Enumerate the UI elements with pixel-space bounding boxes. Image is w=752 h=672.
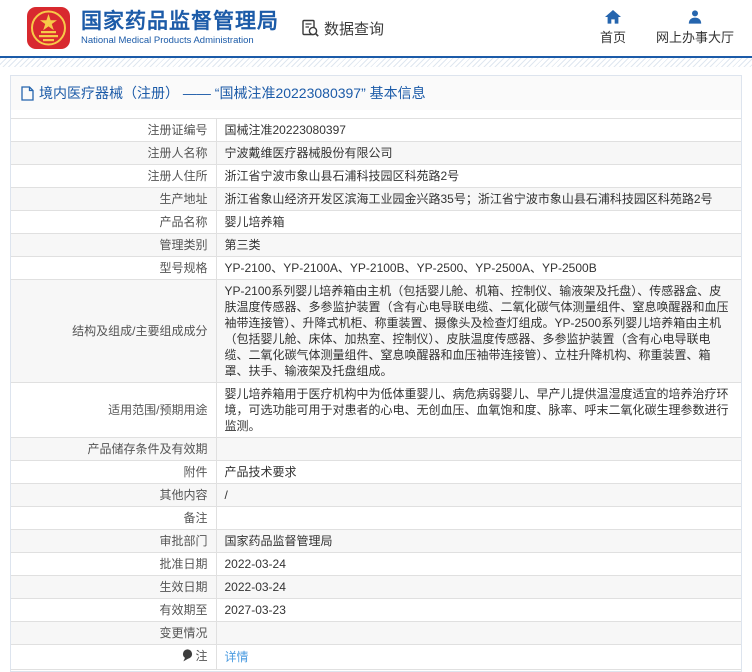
data-query-menu[interactable]: 数据查询 — [301, 18, 384, 39]
row-label: 批准日期 — [159, 557, 208, 571]
row-value — [216, 437, 741, 461]
table-row: 适用范围/预期用途 婴儿培养箱用于医疗机构中为低体重婴儿、病危病弱婴儿、早产儿提… — [11, 382, 741, 438]
row-label: 注册证编号 — [147, 123, 208, 137]
nav-service-hall[interactable]: 网上办事大厅 — [656, 10, 734, 46]
page: 国家药品监督管理局 National Medical Products Admi… — [0, 0, 752, 672]
nav-home-label: 首页 — [599, 30, 626, 45]
table-row: 其他内容 / — [11, 483, 741, 507]
row-value: 2022-03-24 — [216, 575, 741, 599]
table-row: 备注 — [11, 506, 741, 530]
table-row: 注 详情 — [11, 644, 741, 670]
row-value: YP-2100、YP-2100A、YP-2100B、YP-2500、YP-250… — [216, 256, 741, 280]
row-label: 注册人住所 — [147, 169, 208, 183]
nav-hall-label: 网上办事大厅 — [655, 30, 734, 45]
row-value: 国家药品监督管理局 — [216, 529, 741, 553]
table-row: 产品储存条件及有效期 — [11, 437, 741, 461]
row-label: 产品储存条件及有效期 — [87, 442, 208, 456]
agency-subtitle: National Medical Products Administration — [81, 34, 254, 46]
row-value: 2027-03-23 — [216, 598, 741, 622]
row-value: 产品技术要求 — [216, 460, 741, 484]
row-value: 浙江省象山经济开发区滨海工业园金兴路35号；浙江省宁波市象山县石浦科技园区科苑路… — [216, 187, 741, 211]
row-label: 生产地址 — [159, 192, 208, 206]
row-label: 型号规格 — [159, 261, 208, 275]
row-value — [216, 506, 741, 530]
table-row: 附件 产品技术要求 — [11, 460, 741, 484]
person-icon — [688, 10, 702, 24]
table-row: 结构及组成/主要组成成分 YP-2100系列婴儿培养箱由主机（包括婴儿舱、机箱、… — [11, 279, 741, 383]
data-query-doc-search-icon — [301, 19, 320, 38]
row-value: 浙江省宁波市象山县石浦科技园区科苑路2号 — [216, 164, 741, 188]
row-value: 国械注准20223080397 — [216, 118, 741, 142]
row-label: 有效期至 — [159, 603, 208, 617]
row-label: 产品名称 — [159, 215, 208, 229]
breadcrumb-text: 境内医疗器械（注册） —— “国械注准20223080397” 基本信息 — [39, 85, 426, 101]
table-row: 生效日期 2022-03-24 — [11, 575, 741, 599]
table-row: 产品名称 婴儿培养箱 — [11, 210, 741, 234]
data-query-label: 数据查询 — [324, 20, 385, 38]
table-row: 审批部门 国家药品监督管理局 — [11, 529, 741, 553]
nav-home[interactable]: 首页 — [600, 10, 626, 46]
row-value: 宁波戴维医疗器械股份有限公司 — [216, 141, 741, 165]
info-table: 注册证编号 国械注准20223080397 注册人名称 宁波戴维医疗器械股份有限… — [11, 118, 741, 670]
table-row: 生产地址 浙江省象山经济开发区滨海工业园金兴路35号；浙江省宁波市象山县石浦科技… — [11, 187, 741, 211]
table-row: 变更情况 — [11, 621, 741, 645]
breadcrumb: 境内医疗器械（注册） —— “国械注准20223080397” 基本信息 — [11, 76, 741, 110]
content-container: 境内医疗器械（注册） —— “国械注准20223080397” 基本信息 注册证… — [10, 75, 742, 672]
row-value: 婴儿培养箱 — [216, 210, 741, 234]
row-label: 备注 — [183, 511, 208, 525]
row-label: 管理类别 — [159, 238, 208, 252]
row-label: 审批部门 — [159, 534, 208, 548]
row-value: YP-2100系列婴儿培养箱由主机（包括婴儿舱、机箱、控制仪、输液架及托盘）、传… — [216, 279, 741, 383]
row-value: / — [216, 483, 741, 507]
info-table-body: 注册证编号 国械注准20223080397 注册人名称 宁波戴维医疗器械股份有限… — [11, 118, 741, 670]
document-icon — [21, 85, 34, 101]
row-label: 附件 — [183, 465, 208, 479]
table-row: 有效期至 2027-03-23 — [11, 598, 741, 622]
site-header: 国家药品监督管理局 National Medical Products Admi… — [0, 0, 752, 58]
row-value: 第三类 — [216, 233, 741, 257]
table-row: 注册人名称 宁波戴维医疗器械股份有限公司 — [11, 141, 741, 165]
table-row: 批准日期 2022-03-24 — [11, 552, 741, 576]
row-label: 适用范围/预期用途 — [108, 403, 208, 417]
row-value: 详情 — [216, 644, 741, 670]
row-value: 婴儿培养箱用于医疗机构中为低体重婴儿、病危病弱婴儿、早产儿提供温湿度适宜的培养治… — [216, 382, 741, 438]
row-label: 生效日期 — [159, 580, 208, 594]
row-label: 其他内容 — [159, 488, 208, 502]
agency-title-block: 国家药品监督管理局 National Medical Products Admi… — [81, 10, 279, 47]
row-label: 注册人名称 — [147, 146, 208, 160]
note-pin-icon — [182, 649, 193, 666]
table-row: 型号规格 YP-2100、YP-2100A、YP-2100B、YP-2500、Y… — [11, 256, 741, 280]
table-row: 管理类别 第三类 — [11, 233, 741, 257]
divider-hatch — [0, 58, 752, 67]
row-label: 注 — [195, 649, 208, 663]
row-value — [216, 621, 741, 645]
table-row: 注册人住所 浙江省宁波市象山县石浦科技园区科苑路2号 — [11, 164, 741, 188]
agency-title: 国家药品监督管理局 — [81, 9, 279, 33]
row-label: 结构及组成/主要组成成分 — [72, 324, 208, 338]
national-emblem-logo — [26, 4, 72, 52]
home-icon — [604, 10, 621, 24]
row-label: 变更情况 — [159, 626, 208, 640]
details-link[interactable]: 详情 — [225, 650, 249, 664]
table-row: 注册证编号 国械注准20223080397 — [11, 118, 741, 142]
row-value: 2022-03-24 — [216, 552, 741, 576]
